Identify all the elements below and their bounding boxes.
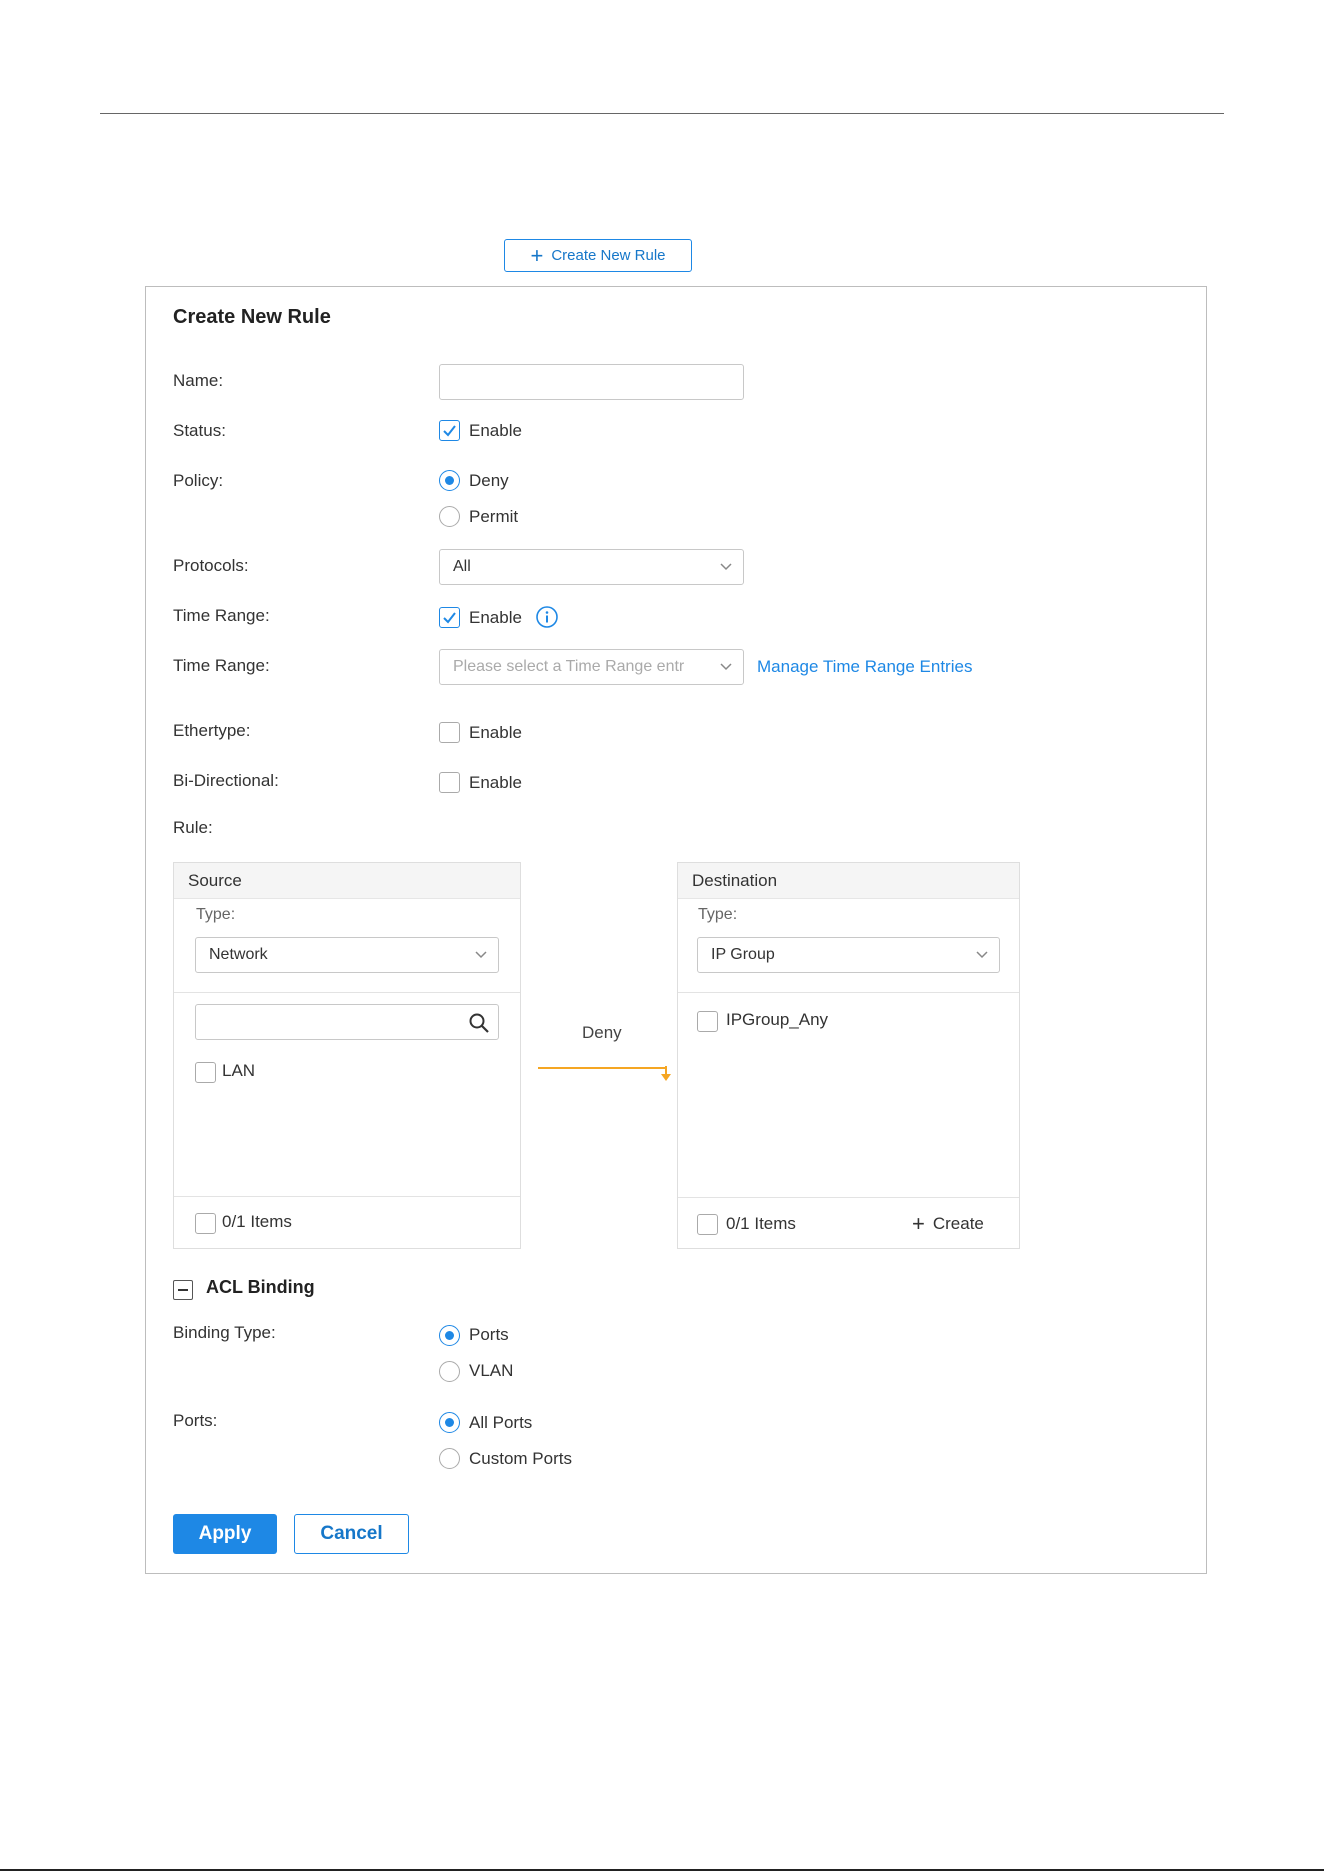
ports-custom-label: Custom Ports <box>469 1449 572 1468</box>
collapse-icon[interactable] <box>173 1280 193 1300</box>
source-type-select[interactable]: Network <box>195 937 499 973</box>
search-icon[interactable] <box>468 1012 490 1034</box>
panel-title: Create New Rule <box>173 306 331 328</box>
destination-type-select[interactable]: IP Group <box>697 937 1000 973</box>
bi-directional-label: Bi-Directional: <box>173 771 279 790</box>
binding-type-ports-label: Ports <box>469 1325 509 1344</box>
destination-create-label: Create <box>932 1214 984 1233</box>
source-item-lan-label: LAN <box>222 1061 256 1080</box>
ports-custom-radio[interactable] <box>439 1448 460 1469</box>
source-type-value: Network <box>209 946 268 963</box>
destination-select-all-checkbox[interactable] <box>697 1214 718 1235</box>
time-range-select[interactable]: Please select a Time Range entr <box>439 649 744 685</box>
policy-label: Policy: <box>173 471 224 490</box>
source-select-all-checkbox[interactable] <box>195 1213 216 1234</box>
acl-binding-title: ACL Binding <box>206 1277 315 1297</box>
destination-separator <box>678 992 1019 993</box>
policy-deny-radio[interactable] <box>439 470 460 491</box>
header-rule <box>100 113 1224 114</box>
destination-item-ipgroup-any-checkbox[interactable] <box>697 1011 718 1032</box>
time-range-toggle-label: Time Range: <box>173 606 270 625</box>
chevron-down-icon <box>720 563 732 571</box>
binding-type-vlan-label: VLAN <box>469 1361 514 1380</box>
protocols-label: Protocols: <box>173 556 249 575</box>
destination-type-value: IP Group <box>711 946 775 963</box>
binding-type-vlan-radio[interactable] <box>439 1361 460 1382</box>
create-new-rule-label: Create New Rule <box>551 247 666 264</box>
time-range-placeholder: Please select a Time Range entr <box>453 658 685 675</box>
ethertype-label: Ethertype: <box>173 721 251 740</box>
check-icon <box>443 425 456 437</box>
info-icon[interactable] <box>535 605 559 629</box>
check-icon <box>443 612 456 624</box>
manage-time-range-link[interactable]: Manage Time Range Entries <box>757 657 972 677</box>
binding-type-ports-radio[interactable] <box>439 1325 460 1346</box>
chevron-down-icon <box>976 951 988 959</box>
ethertype-enable-label: Enable <box>469 723 522 742</box>
destination-footer-separator <box>678 1197 1019 1198</box>
arrow-down-icon <box>661 1066 671 1081</box>
source-title: Source <box>174 863 520 899</box>
policy-permit-label: Permit <box>469 507 519 526</box>
rule-label: Rule: <box>173 818 213 837</box>
destination-item-ipgroup-any-label: IPGroup_Any <box>726 1010 829 1029</box>
destination-type-label: Type: <box>698 906 738 923</box>
status-enable-label: Enable <box>469 421 522 440</box>
protocols-select[interactable]: All <box>439 549 744 585</box>
bi-directional-enable-label: Enable <box>469 773 522 792</box>
time-range-enable-label: Enable <box>469 608 522 627</box>
name-label: Name: <box>173 371 224 390</box>
destination-box: Destination Type: IP Group IPGroup_Any 0… <box>677 862 1020 1249</box>
create-new-rule-button[interactable]: + Create New Rule <box>504 239 692 272</box>
status-enable-checkbox[interactable] <box>439 420 460 441</box>
ports-all-radio[interactable] <box>439 1412 460 1433</box>
action-arrow-line <box>538 1067 666 1069</box>
source-search-input[interactable] <box>195 1004 499 1040</box>
source-count: 0/1 Items <box>222 1212 292 1231</box>
time-range-label: Time Range: <box>173 656 270 675</box>
plus-icon: + <box>530 242 544 268</box>
source-footer-separator <box>174 1196 520 1197</box>
policy-permit-radio[interactable] <box>439 506 460 527</box>
source-item-lan-checkbox[interactable] <box>195 1062 216 1083</box>
binding-type-label: Binding Type: <box>173 1323 276 1342</box>
action-label: Deny <box>582 1023 622 1042</box>
ports-label: Ports: <box>173 1411 218 1430</box>
destination-count: 0/1 Items <box>726 1214 796 1233</box>
destination-create-button[interactable]: + Create <box>912 1209 984 1239</box>
bi-directional-enable-checkbox[interactable] <box>439 772 460 793</box>
destination-title: Destination <box>678 863 1019 899</box>
ethertype-enable-checkbox[interactable] <box>439 722 460 743</box>
ports-all-label: All Ports <box>469 1413 533 1432</box>
chevron-down-icon <box>475 951 487 959</box>
apply-button[interactable]: Apply <box>173 1514 277 1554</box>
name-input[interactable] <box>439 364 744 400</box>
source-separator <box>174 992 520 993</box>
cancel-button[interactable]: Cancel <box>294 1514 409 1554</box>
status-label: Status: <box>173 421 226 440</box>
plus-icon: + <box>912 1211 925 1236</box>
footer-rule <box>0 1869 1324 1871</box>
time-range-enable-checkbox[interactable] <box>439 607 460 628</box>
source-box: Source Type: Network LAN 0/1 Items <box>173 862 521 1249</box>
source-type-label: Type: <box>196 906 236 923</box>
chevron-down-icon <box>720 663 732 671</box>
protocols-value: All <box>453 558 471 575</box>
policy-deny-label: Deny <box>469 471 509 490</box>
